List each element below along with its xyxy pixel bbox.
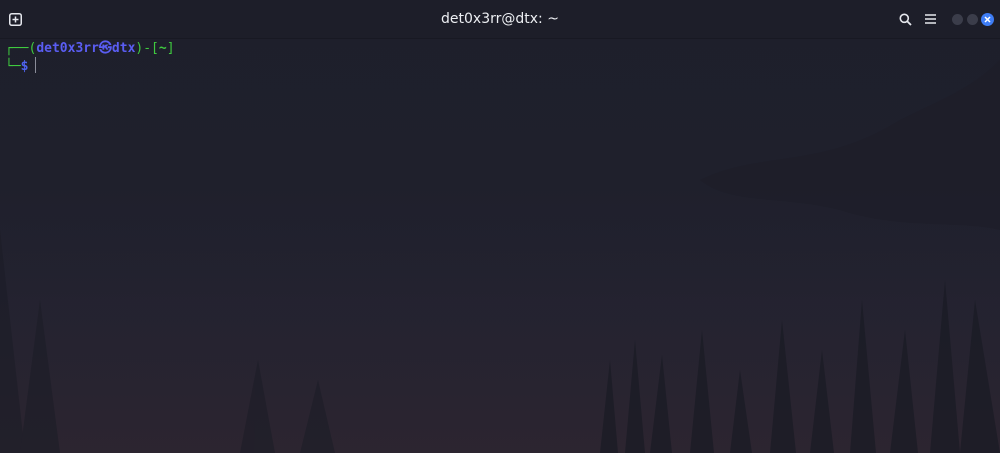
- prompt-separator: )-[: [135, 41, 159, 56]
- terminal-window: det0x3rr@dtx: ~ ┌──(det0x3rr㉿dtx)-[~] └─…: [0, 0, 1000, 453]
- text-cursor: [35, 57, 37, 73]
- close-icon: [984, 16, 991, 23]
- search-icon[interactable]: [897, 11, 913, 27]
- title-bar: det0x3rr@dtx: ~: [0, 0, 1000, 39]
- prompt-cwd: ~: [158, 41, 167, 56]
- minimize-button[interactable]: [952, 14, 963, 25]
- prompt-frame-top: ┌──(: [5, 41, 37, 56]
- prompt-frame-bottom: └─: [5, 59, 21, 74]
- prompt-bracket-end: ]: [166, 41, 175, 56]
- prompt-line-1: ┌──(det0x3rr㉿dtx)-[~]: [5, 39, 175, 58]
- prompt-user-host: det0x3rr㉿dtx: [36, 41, 136, 56]
- terminal-output[interactable]: ┌──(det0x3rr㉿dtx)-[~] └─$: [0, 38, 1000, 453]
- maximize-button[interactable]: [967, 14, 978, 25]
- prompt-line-2: └─$: [5, 57, 37, 76]
- prompt-symbol: $: [20, 59, 29, 74]
- close-button[interactable]: [981, 13, 994, 26]
- scrollbar[interactable]: [994, 38, 1000, 453]
- window-title: det0x3rr@dtx: ~: [441, 11, 559, 27]
- menu-icon[interactable]: [922, 11, 938, 27]
